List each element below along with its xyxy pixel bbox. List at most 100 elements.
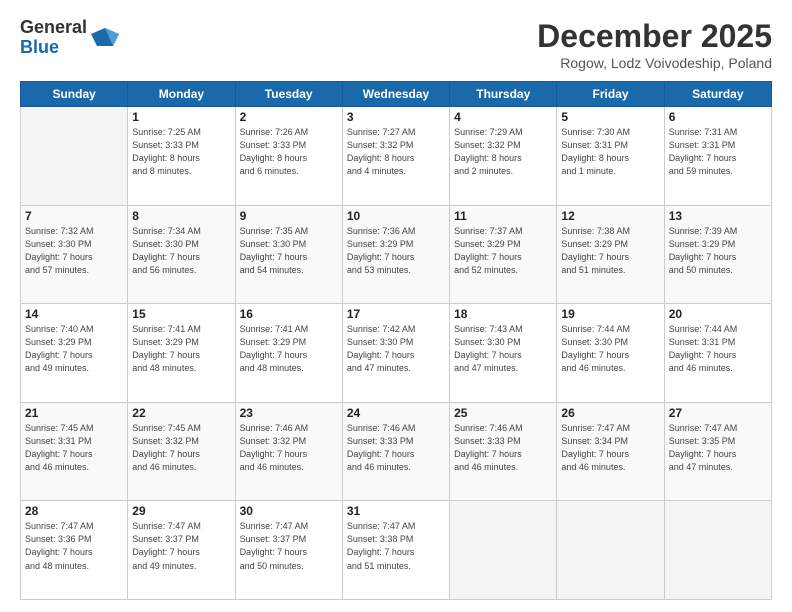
day-number: 22 (132, 406, 230, 420)
calendar-cell: 14 Sunrise: 7:40 AMSunset: 3:29 PMDayligh… (21, 304, 128, 403)
day-number: 7 (25, 209, 123, 223)
calendar-cell: 9 Sunrise: 7:35 AMSunset: 3:30 PMDaylight… (235, 205, 342, 304)
calendar-cell (557, 501, 664, 600)
day-info: Sunrise: 7:46 AMSunset: 3:32 PMDaylight:… (240, 422, 338, 474)
calendar-cell: 4 Sunrise: 7:29 AMSunset: 3:32 PMDaylight… (450, 107, 557, 206)
calendar-cell (450, 501, 557, 600)
day-number: 15 (132, 307, 230, 321)
calendar-cell: 17 Sunrise: 7:42 AMSunset: 3:30 PMDayligh… (342, 304, 449, 403)
calendar-cell: 21 Sunrise: 7:45 AMSunset: 3:31 PMDayligh… (21, 402, 128, 501)
day-info: Sunrise: 7:45 AMSunset: 3:31 PMDaylight:… (25, 422, 123, 474)
day-info: Sunrise: 7:40 AMSunset: 3:29 PMDaylight:… (25, 323, 123, 375)
day-number: 9 (240, 209, 338, 223)
calendar-cell (21, 107, 128, 206)
day-number: 4 (454, 110, 552, 124)
calendar-cell: 20 Sunrise: 7:44 AMSunset: 3:31 PMDayligh… (664, 304, 771, 403)
subtitle: Rogow, Lodz Voivodeship, Poland (537, 55, 772, 71)
day-info: Sunrise: 7:47 AMSunset: 3:36 PMDaylight:… (25, 520, 123, 572)
calendar-cell: 3 Sunrise: 7:27 AMSunset: 3:32 PMDaylight… (342, 107, 449, 206)
calendar-week-row-1: 1Sunrise: 7:25 AMSunset: 3:33 PMDaylight… (21, 107, 772, 206)
calendar-cell: 12 Sunrise: 7:38 AMSunset: 3:29 PMDayligh… (557, 205, 664, 304)
day-info: Sunrise: 7:41 AMSunset: 3:29 PMDaylight:… (132, 323, 230, 375)
calendar-cell: 22 Sunrise: 7:45 AMSunset: 3:32 PMDayligh… (128, 402, 235, 501)
calendar-table: Sunday Monday Tuesday Wednesday Thursday… (20, 81, 772, 600)
day-info: Sunrise: 7:44 AMSunset: 3:31 PMDaylight:… (669, 323, 767, 375)
day-number: 21 (25, 406, 123, 420)
logo: General Blue (20, 18, 119, 58)
logo-icon (91, 24, 119, 52)
calendar-cell: 5 Sunrise: 7:30 AMSunset: 3:31 PMDaylight… (557, 107, 664, 206)
day-number: 24 (347, 406, 445, 420)
day-number: 2 (240, 110, 338, 124)
day-number: 3 (347, 110, 445, 124)
day-number: 10 (347, 209, 445, 223)
header: General Blue December 2025 Rogow, Lodz V… (20, 18, 772, 71)
day-number: 19 (561, 307, 659, 321)
day-info: Sunrise: 7:25 AMSunset: 3:33 PMDaylight:… (132, 126, 230, 178)
day-info: Sunrise: 7:46 AMSunset: 3:33 PMDaylight:… (454, 422, 552, 474)
day-info: Sunrise: 7:36 AMSunset: 3:29 PMDaylight:… (347, 225, 445, 277)
day-info: Sunrise: 7:32 AMSunset: 3:30 PMDaylight:… (25, 225, 123, 277)
calendar-cell: 2 Sunrise: 7:26 AMSunset: 3:33 PMDaylight… (235, 107, 342, 206)
col-thursday: Thursday (450, 82, 557, 107)
col-monday: Monday (128, 82, 235, 107)
calendar-week-row-3: 14 Sunrise: 7:40 AMSunset: 3:29 PMDayligh… (21, 304, 772, 403)
logo-general: General (20, 18, 87, 38)
day-number: 31 (347, 504, 445, 518)
day-info: Sunrise: 7:47 AMSunset: 3:37 PMDaylight:… (132, 520, 230, 572)
day-info: Sunrise: 7:42 AMSunset: 3:30 PMDaylight:… (347, 323, 445, 375)
day-number: 18 (454, 307, 552, 321)
day-info: Sunrise: 7:26 AMSunset: 3:33 PMDaylight:… (240, 126, 338, 178)
calendar-week-row-5: 28 Sunrise: 7:47 AMSunset: 3:36 PMDayligh… (21, 501, 772, 600)
day-number: 20 (669, 307, 767, 321)
day-info: Sunrise: 7:47 AMSunset: 3:38 PMDaylight:… (347, 520, 445, 572)
day-info: Sunrise: 7:46 AMSunset: 3:33 PMDaylight:… (347, 422, 445, 474)
calendar-cell: 27 Sunrise: 7:47 AMSunset: 3:35 PMDayligh… (664, 402, 771, 501)
day-info: Sunrise: 7:47 AMSunset: 3:34 PMDaylight:… (561, 422, 659, 474)
page: General Blue December 2025 Rogow, Lodz V… (0, 0, 792, 612)
calendar-cell: 11Sunrise: 7:37 AMSunset: 3:29 PMDayligh… (450, 205, 557, 304)
day-number: 12 (561, 209, 659, 223)
col-sunday: Sunday (21, 82, 128, 107)
day-number: 17 (347, 307, 445, 321)
day-info: Sunrise: 7:35 AMSunset: 3:30 PMDaylight:… (240, 225, 338, 277)
day-info: Sunrise: 7:30 AMSunset: 3:31 PMDaylight:… (561, 126, 659, 178)
title-block: December 2025 Rogow, Lodz Voivodeship, P… (537, 18, 772, 71)
calendar-cell: 24 Sunrise: 7:46 AMSunset: 3:33 PMDayligh… (342, 402, 449, 501)
day-info: Sunrise: 7:37 AMSunset: 3:29 PMDaylight:… (454, 225, 552, 277)
day-number: 28 (25, 504, 123, 518)
day-info: Sunrise: 7:27 AMSunset: 3:32 PMDaylight:… (347, 126, 445, 178)
col-friday: Friday (557, 82, 664, 107)
day-number: 16 (240, 307, 338, 321)
calendar-cell: 19 Sunrise: 7:44 AMSunset: 3:30 PMDayligh… (557, 304, 664, 403)
day-info: Sunrise: 7:47 AMSunset: 3:37 PMDaylight:… (240, 520, 338, 572)
day-info: Sunrise: 7:29 AMSunset: 3:32 PMDaylight:… (454, 126, 552, 178)
day-number: 27 (669, 406, 767, 420)
day-info: Sunrise: 7:45 AMSunset: 3:32 PMDaylight:… (132, 422, 230, 474)
day-number: 13 (669, 209, 767, 223)
day-number: 30 (240, 504, 338, 518)
day-number: 14 (25, 307, 123, 321)
calendar-cell: 7 Sunrise: 7:32 AMSunset: 3:30 PMDaylight… (21, 205, 128, 304)
calendar-header-row: Sunday Monday Tuesday Wednesday Thursday… (21, 82, 772, 107)
calendar-cell (664, 501, 771, 600)
day-number: 23 (240, 406, 338, 420)
col-wednesday: Wednesday (342, 82, 449, 107)
day-info: Sunrise: 7:38 AMSunset: 3:29 PMDaylight:… (561, 225, 659, 277)
day-info: Sunrise: 7:39 AMSunset: 3:29 PMDaylight:… (669, 225, 767, 277)
calendar-cell: 16Sunrise: 7:41 AMSunset: 3:29 PMDayligh… (235, 304, 342, 403)
day-number: 25 (454, 406, 552, 420)
day-number: 5 (561, 110, 659, 124)
month-title: December 2025 (537, 18, 772, 55)
day-info: Sunrise: 7:47 AMSunset: 3:35 PMDaylight:… (669, 422, 767, 474)
day-number: 6 (669, 110, 767, 124)
day-number: 26 (561, 406, 659, 420)
day-info: Sunrise: 7:44 AMSunset: 3:30 PMDaylight:… (561, 323, 659, 375)
calendar-cell: 28 Sunrise: 7:47 AMSunset: 3:36 PMDayligh… (21, 501, 128, 600)
calendar-cell: 8Sunrise: 7:34 AMSunset: 3:30 PMDaylight… (128, 205, 235, 304)
calendar-cell: 13 Sunrise: 7:39 AMSunset: 3:29 PMDayligh… (664, 205, 771, 304)
calendar-cell: 30 Sunrise: 7:47 AMSunset: 3:37 PMDayligh… (235, 501, 342, 600)
calendar-cell: 29Sunrise: 7:47 AMSunset: 3:37 PMDayligh… (128, 501, 235, 600)
calendar-cell: 10 Sunrise: 7:36 AMSunset: 3:29 PMDayligh… (342, 205, 449, 304)
calendar-cell: 1Sunrise: 7:25 AMSunset: 3:33 PMDaylight… (128, 107, 235, 206)
